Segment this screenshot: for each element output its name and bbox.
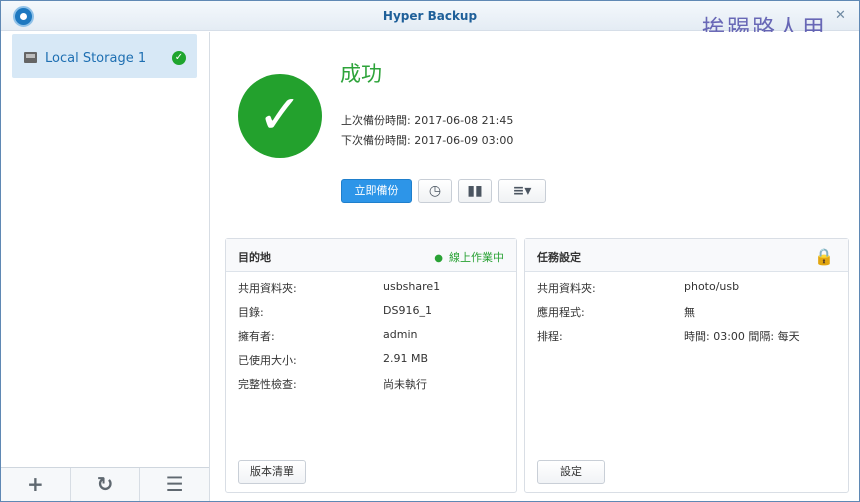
task-shared-folder-label: 共用資料夾: — [537, 282, 596, 295]
locked-settings-icon: 🔒 — [814, 247, 834, 266]
title-bar: Hyper Backup 挨踢路人甲 ✕ — [1, 1, 859, 42]
sidebar-footer: + ↻ ☰ — [1, 467, 209, 501]
task-schedule-value: 時間: 03:00 間隔: 每天 — [684, 330, 800, 343]
success-checkmark-icon: ✓ — [257, 83, 303, 146]
sidebar-item-label: Local Storage 1 — [45, 51, 147, 66]
task-shared-folder-value: photo/usb — [684, 280, 740, 293]
main-panel: ✓ 成功 上次備份時間: 2017-06-08 21:45 下次備份時間: 20… — [211, 32, 859, 501]
menu-icon: ≡▾ — [512, 183, 532, 199]
sidebar: Local Storage 1 ✓ + ↻ ☰ — [1, 32, 210, 501]
destination-panel-header: 目的地 線上作業中 — [226, 239, 516, 272]
destination-owner-value: admin — [383, 328, 418, 341]
version-browser-button[interactable]: ◷ — [418, 179, 452, 203]
task-settings-panel-header: 任務設定 🔒 — [525, 239, 848, 272]
action-toolbar: 立即備份 ◷ ▮▮ ≡▾ — [341, 179, 546, 203]
destination-panel: 目的地 線上作業中 共用資料夾: usbshare1 目錄: DS916_1 擁… — [225, 238, 517, 493]
destination-shared-folder-label: 共用資料夾: — [238, 282, 297, 295]
destination-integrity-check-value: 尚未執行 — [383, 378, 427, 391]
close-button[interactable]: ✕ — [835, 8, 846, 24]
check-circle-icon: ✓ — [172, 51, 186, 65]
destination-directory-value: DS916_1 — [383, 304, 432, 317]
task-settings-panel: 任務設定 🔒 共用資料夾: photo/usb 應用程式: 無 排程: 時間: … — [524, 238, 849, 493]
destination-panel-title: 目的地 — [238, 251, 271, 264]
last-backup-time: 上次備份時間: 2017-06-08 21:45 — [341, 114, 514, 127]
bar-chart-icon: ▮▮ — [467, 183, 483, 199]
storage-drive-icon — [24, 52, 37, 63]
add-task-button[interactable]: + — [1, 468, 71, 501]
sidebar-item-local-storage-1[interactable]: Local Storage 1 ✓ — [12, 34, 197, 78]
task-application-value: 無 — [684, 306, 695, 319]
destination-used-size-value: 2.91 MB — [383, 352, 429, 365]
backup-status-title: 成功 — [340, 62, 382, 86]
more-actions-button[interactable]: ≡▾ — [498, 179, 546, 203]
task-schedule-label: 排程: — [537, 330, 563, 343]
clock-search-icon: ◷ — [428, 183, 442, 199]
next-backup-time: 下次備份時間: 2017-06-09 03:00 — [341, 134, 514, 147]
version-list-button[interactable]: 版本清單 — [238, 460, 306, 484]
destination-owner-label: 擁有者: — [238, 330, 275, 343]
settings-button[interactable]: 設定 — [537, 460, 605, 484]
task-settings-panel-title: 任務設定 — [537, 251, 581, 264]
online-status: 線上作業中 — [434, 249, 504, 265]
destination-used-size-label: 已使用大小: — [238, 354, 297, 367]
destination-integrity-check-label: 完整性檢查: — [238, 378, 297, 391]
destination-shared-folder-value: usbshare1 — [383, 280, 441, 293]
hyper-backup-window: Hyper Backup 挨踢路人甲 ✕ Local Storage 1 ✓ +… — [0, 0, 860, 502]
restore-history-button[interactable]: ↻ — [71, 468, 141, 501]
statistics-button[interactable]: ▮▮ — [458, 179, 492, 203]
backup-now-button[interactable]: 立即備份 — [341, 179, 412, 203]
destination-directory-label: 目錄: — [238, 306, 264, 319]
log-document-button[interactable]: ☰ — [140, 468, 209, 501]
task-application-label: 應用程式: — [537, 306, 585, 319]
